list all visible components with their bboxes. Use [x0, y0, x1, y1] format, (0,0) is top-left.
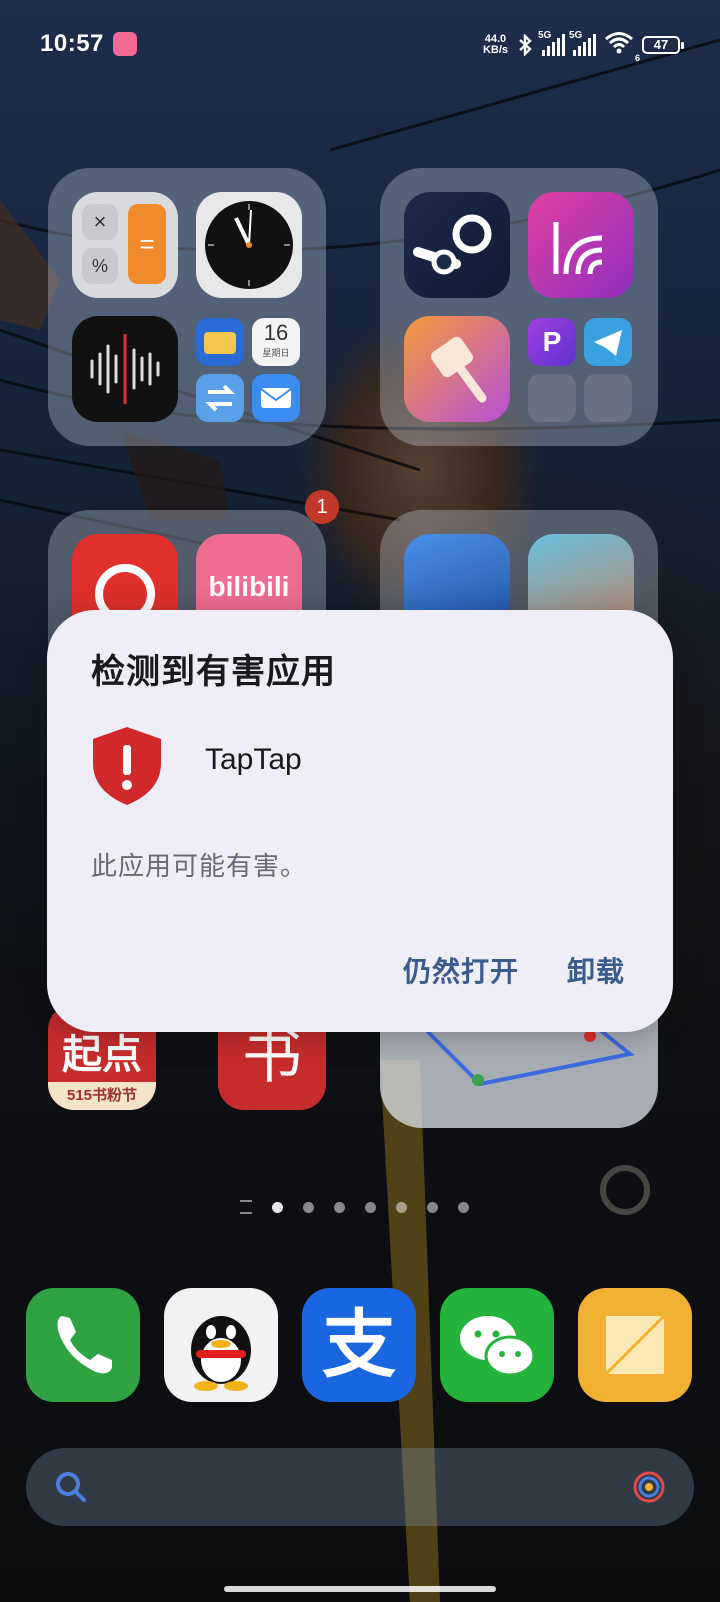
book-app-label: 书 [242, 1023, 302, 1090]
wechat-icon[interactable] [440, 1288, 554, 1402]
page-dot [365, 1201, 376, 1213]
search-icon [56, 1472, 86, 1502]
network-speed: 44.0 KB/s [482, 32, 508, 56]
uninstall-button[interactable]: 卸载 [567, 950, 625, 990]
clock-icon[interactable] [196, 192, 302, 298]
phone-icon[interactable] [26, 1288, 140, 1402]
calendar-icon: 16 星期日 [252, 318, 300, 366]
status-indicators: 44.0 KB/s 5G 5G 6 47 [482, 30, 684, 63]
empty-slot [584, 374, 632, 422]
telegram-icon [584, 318, 632, 366]
empty-slot [528, 374, 576, 422]
page-dot [334, 1201, 345, 1213]
dialog-title: 检测到有害应用 [91, 653, 336, 691]
notes-icon[interactable] [578, 1288, 692, 1402]
folder-tools[interactable]: P [380, 168, 658, 446]
status-bar: 10:57 44.0 KB/s 5G 5G 6 47 [0, 24, 720, 64]
voice-memos-icon [72, 316, 178, 422]
calendar-day: 16 [263, 320, 289, 345]
ai-assistant-icon[interactable] [630, 1468, 668, 1506]
vpn-pro-icon[interactable] [528, 192, 634, 298]
page-dot [303, 1201, 314, 1213]
page-dot [396, 1201, 407, 1213]
battery-level: 47 [653, 37, 669, 52]
wifi-icon: 6 [604, 30, 640, 63]
cleaner-icon[interactable] [404, 316, 510, 422]
page-indicator-lines [240, 1200, 252, 1214]
shield-warning-icon [93, 727, 161, 805]
calculator-icon[interactable]: × % = [72, 192, 178, 298]
steam-icon[interactable] [404, 192, 510, 298]
sim2-label: 5G [569, 29, 583, 41]
mail-icon [252, 374, 300, 422]
sim1-label: 5G [538, 29, 552, 41]
notification-badge: 1 [305, 490, 339, 524]
bilibili-notification-icon [113, 32, 137, 56]
qq-icon[interactable] [164, 1288, 278, 1402]
signal-sim2-icon: 5G [569, 30, 596, 56]
dialog-app-name: TapTap [205, 743, 302, 776]
alipay-icon[interactable]: 支 [302, 1288, 416, 1402]
network-speed-value: 44.0 [484, 32, 507, 45]
home-search-bar[interactable] [26, 1448, 694, 1526]
folder-utilities[interactable]: × % = 16 星期日 [48, 168, 326, 446]
bluetooth-icon [519, 33, 532, 56]
battery-icon: 47 [642, 35, 684, 54]
status-time: 10:57 [40, 30, 104, 57]
page-dot [458, 1201, 469, 1213]
home-indicator[interactable] [224, 1586, 496, 1592]
harmful-app-dialog: 检测到有害应用 TapTap 此应用可能有害。 仍然打开 卸载 [47, 610, 673, 1032]
page-indicator[interactable] [240, 1200, 469, 1214]
signal-sim1-icon: 5G [538, 30, 565, 56]
p-app-icon: P [528, 318, 576, 366]
open-anyway-button[interactable]: 仍然打开 [403, 950, 519, 990]
wifi-label: 6 [634, 53, 640, 63]
qidian-sub: 515书粉节 [48, 1082, 156, 1110]
page-dot [272, 1201, 283, 1213]
transfer-icon [196, 374, 244, 422]
dialog-message: 此应用可能有害。 [91, 851, 308, 881]
calendar-weekday: 星期日 [262, 348, 290, 358]
page-dot [427, 1201, 438, 1213]
alipay-char: 支 [322, 1303, 396, 1386]
wallet-icon [196, 318, 244, 366]
network-speed-unit: KB/s [482, 43, 508, 56]
